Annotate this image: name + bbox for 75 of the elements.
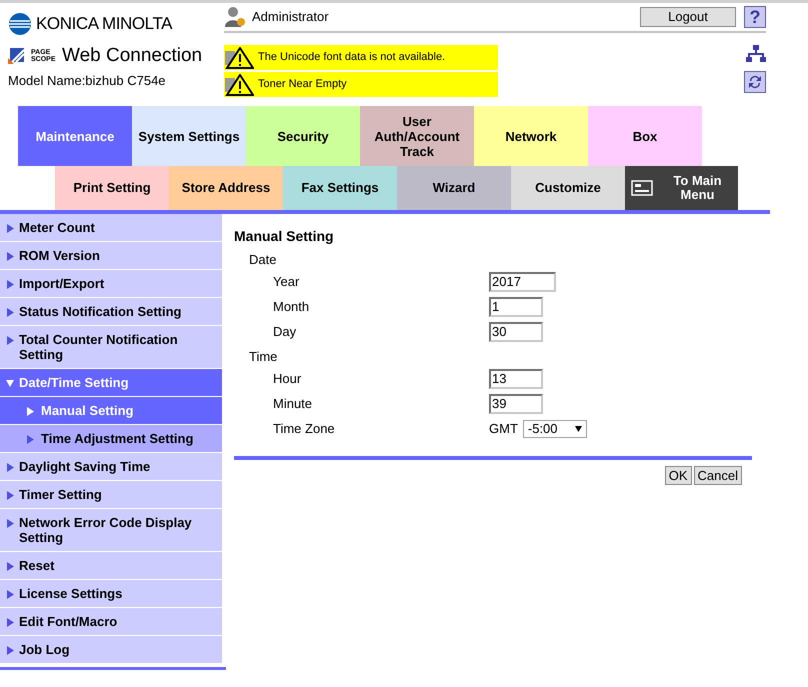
dropdown-icon <box>574 426 582 432</box>
sidebar-item[interactable]: Reset <box>0 552 222 580</box>
sidebar-item[interactable]: Timer Setting <box>0 481 222 509</box>
menu-tab[interactable]: Box <box>588 106 702 166</box>
submenu-tab[interactable]: Customize <box>511 166 625 210</box>
text-field[interactable]: 13 <box>489 368 543 388</box>
sidebar-subitem[interactable]: Time Adjustment Setting <box>0 425 222 453</box>
model-name: Model Name:bizhub C754e <box>8 72 167 90</box>
submenu-tab[interactable]: Print Setting <box>55 166 169 210</box>
group-label: Date <box>249 251 278 269</box>
field-label: Month <box>273 298 310 316</box>
menu-tab[interactable]: Network <box>474 106 588 166</box>
field-label: Year <box>273 272 300 291</box>
triangle-icon <box>6 336 14 345</box>
triangle-icon <box>6 224 14 233</box>
logout-button[interactable]: Logout <box>640 7 736 27</box>
submenu-tab[interactable]: Fax Settings <box>283 166 397 210</box>
brand-name: KONICA MINOLTA <box>36 13 172 35</box>
triangle-icon <box>6 491 14 500</box>
product-name: Web Connection <box>62 44 202 66</box>
alert-text: The Unicode font data is not available. <box>258 50 446 66</box>
user-name: Administrator <box>252 8 329 26</box>
triangle-icon <box>6 252 14 261</box>
menu-tab[interactable]: User Auth/Account Track <box>360 106 474 166</box>
sidebar-item[interactable]: Daylight Saving Time <box>0 453 222 481</box>
triangle-icon <box>26 435 34 444</box>
refresh-icon <box>747 74 763 90</box>
form-button[interactable]: Cancel <box>694 466 742 485</box>
menu-tab[interactable]: System Settings <box>132 106 246 166</box>
section-title: Manual Setting <box>234 227 335 246</box>
alert-text: Toner Near Empty <box>258 77 347 92</box>
network-icon <box>746 45 766 63</box>
text-field[interactable]: 39 <box>489 394 543 414</box>
field-label: Day <box>273 322 298 341</box>
sidebar-item[interactable]: Network Error Code Display Setting <box>0 509 222 552</box>
sidebar-item[interactable]: Meter Count <box>0 214 222 242</box>
triangle-icon <box>26 407 34 416</box>
triangle-icon <box>6 280 14 289</box>
sidebar-item[interactable]: Total Counter Notification Setting <box>0 326 222 369</box>
form-button[interactable]: OK <box>664 466 692 485</box>
triangle-icon <box>6 618 14 627</box>
triangle-icon <box>6 590 14 599</box>
text-field[interactable]: 30 <box>489 322 543 342</box>
group-label: Time <box>249 348 278 366</box>
user-icon <box>224 6 246 28</box>
sidebar-item[interactable]: Import/Export <box>0 270 222 298</box>
sidebar-item[interactable]: Date/Time Setting <box>0 369 222 397</box>
triangle-icon <box>6 646 14 655</box>
sidebar-item[interactable]: ROM Version <box>0 242 222 270</box>
logo-icon <box>8 12 32 36</box>
sidebar-item[interactable]: License Settings <box>0 580 222 608</box>
timezone-select[interactable]: -5:00 <box>522 420 587 438</box>
sidebar-item[interactable]: Job Log <box>0 636 222 664</box>
submenu-tab[interactable]: Wizard <box>397 166 511 210</box>
triangle-icon <box>6 463 14 472</box>
gmt-label: GMT <box>489 420 518 438</box>
field-label: Hour <box>273 370 302 388</box>
text-field[interactable]: 1 <box>489 296 543 316</box>
triangle-icon <box>6 562 14 571</box>
submenu-tab[interactable]: Store Address <box>169 166 283 210</box>
sidebar-item[interactable]: Edit Font/Macro <box>0 608 222 636</box>
triangle-icon <box>6 379 14 388</box>
text-field[interactable]: 2017 <box>489 272 556 292</box>
menu-tab[interactable]: Maintenance <box>18 106 132 166</box>
help-button[interactable]: ? <box>744 6 766 28</box>
screen-icon <box>631 180 653 196</box>
main-menu-button[interactable]: To Main Menu <box>625 166 738 210</box>
field-label: Minute <box>273 394 314 413</box>
refresh-button[interactable] <box>744 71 766 93</box>
triangle-icon <box>6 519 14 528</box>
sidebar-item[interactable]: Status Notification Setting <box>0 298 222 326</box>
triangle-icon <box>6 308 14 317</box>
sidebar-subitem[interactable]: Manual Setting <box>0 397 222 425</box>
menu-tab[interactable]: Security <box>246 106 360 166</box>
field-label: Time Zone <box>273 420 336 438</box>
